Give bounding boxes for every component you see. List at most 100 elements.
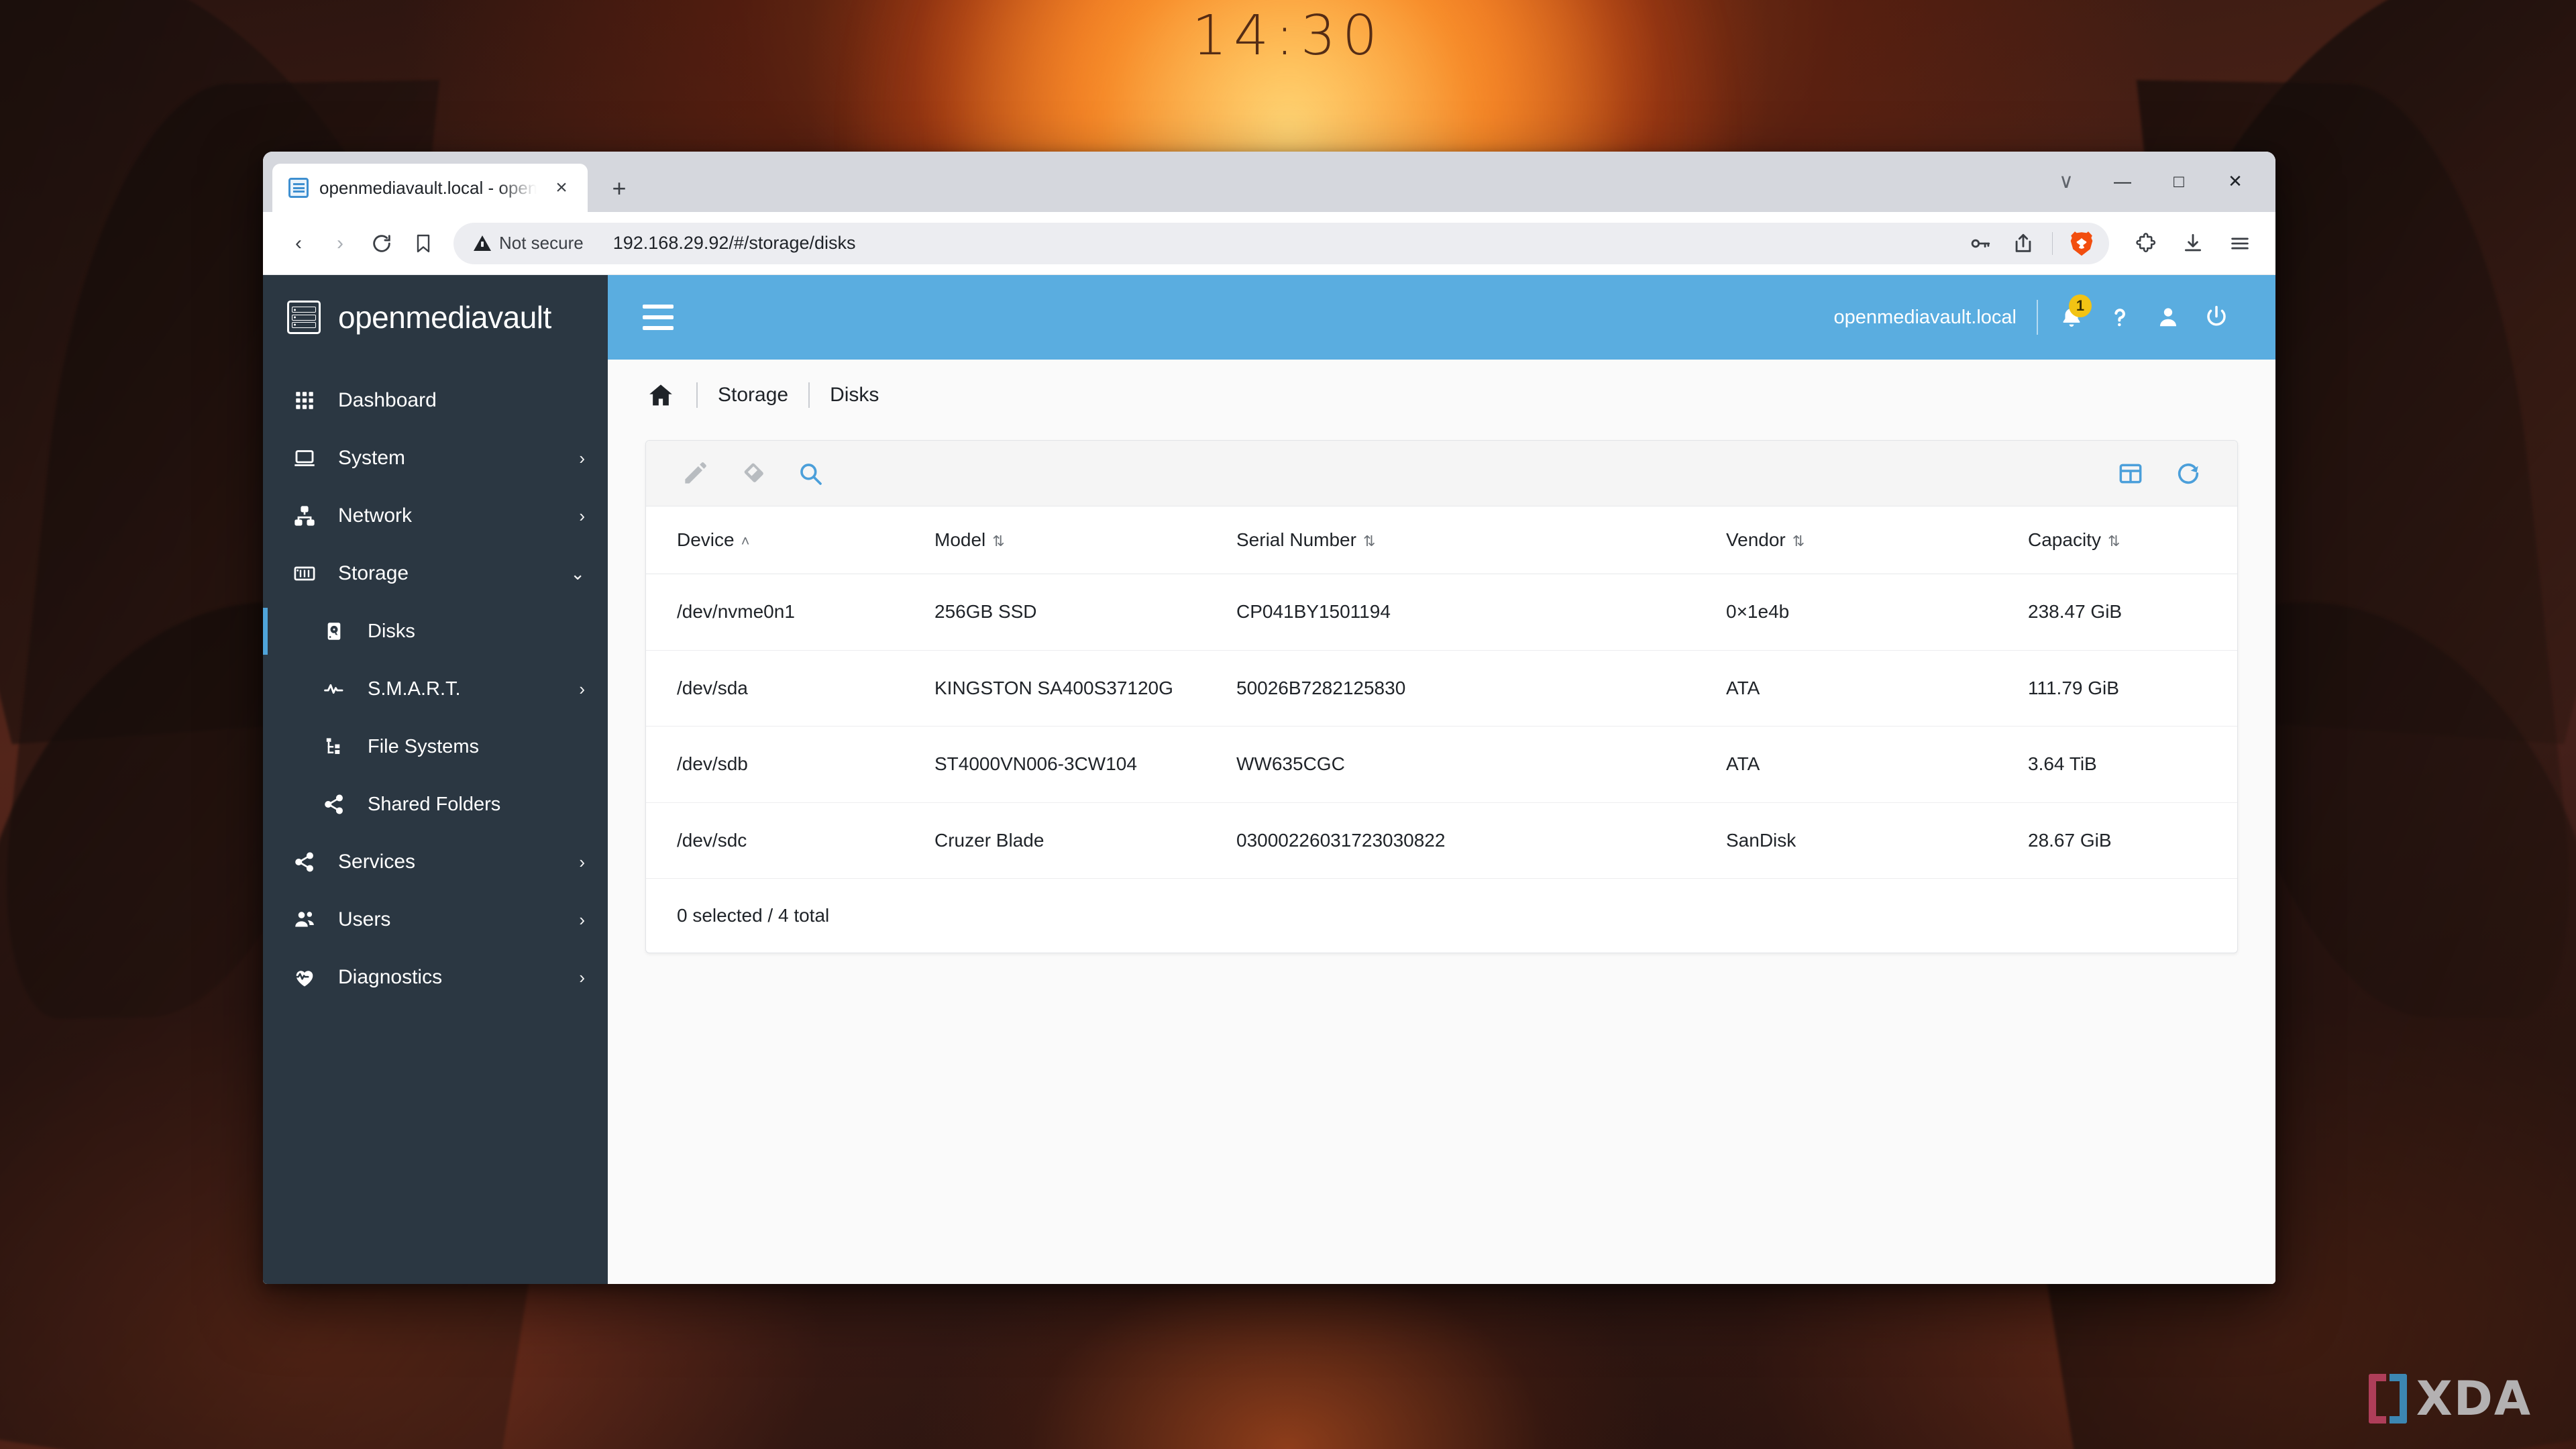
- omv-sidebar: openmediavault Dashboard: [263, 275, 608, 1284]
- back-button[interactable]: ‹: [278, 223, 319, 264]
- column-label: Model: [934, 529, 985, 550]
- sort-indicator-icon: ⇅: [2108, 533, 2120, 549]
- storage-icon: [290, 559, 319, 588]
- cell-serial: CP041BY1501194: [1236, 574, 1726, 651]
- scan-button[interactable]: [784, 447, 837, 500]
- close-window-button[interactable]: ✕: [2207, 161, 2263, 201]
- column-header-vendor[interactable]: Vendor⇅: [1726, 506, 2028, 574]
- cell-model: 256GB SSD: [934, 574, 1236, 651]
- columns-button[interactable]: [2104, 447, 2157, 500]
- table-footer: 0 selected / 4 total: [646, 879, 2237, 953]
- xda-watermark: XDA: [2369, 1374, 2532, 1424]
- sidebar-item-label: Shared Folders: [368, 794, 585, 816]
- cell-model: Cruzer Blade: [934, 802, 1236, 879]
- key-icon[interactable]: [1961, 224, 2000, 263]
- heart-pulse-icon: [290, 963, 319, 992]
- address-bar[interactable]: Not secure 192.168.29.92/#/storage/disks: [453, 223, 2109, 264]
- disks-toolbar: [646, 441, 2237, 506]
- sidebar-item-label: File Systems: [368, 736, 585, 758]
- cell-vendor: 0×1e4b: [1726, 574, 2028, 651]
- laptop-icon: [290, 443, 319, 473]
- breadcrumb-item-storage[interactable]: Storage: [718, 384, 788, 407]
- sidebar-item-shared-folders[interactable]: Shared Folders: [263, 775, 608, 833]
- wipe-button[interactable]: [727, 447, 779, 500]
- sidebar-item-file-systems[interactable]: File Systems: [263, 718, 608, 775]
- sidebar-item-label: Disks: [368, 621, 585, 643]
- browser-menu-icon[interactable]: [2219, 223, 2261, 264]
- omv-brand-label: openmediavault: [338, 299, 551, 335]
- sidebar-item-system[interactable]: System ›: [263, 429, 608, 487]
- desktop-clock: 14:30: [0, 4, 2576, 68]
- sidebar-item-diagnostics[interactable]: Diagnostics ›: [263, 949, 608, 1006]
- table-row[interactable]: /dev/sdb ST4000VN006-3CW104 WW635CGC ATA…: [646, 727, 2237, 803]
- download-icon[interactable]: [2172, 223, 2214, 264]
- sidebar-item-label: Dashboard: [338, 389, 585, 412]
- reload-button[interactable]: [361, 223, 402, 264]
- sidebar-item-users[interactable]: Users ›: [263, 891, 608, 949]
- xda-bracket-icon: [2369, 1374, 2407, 1424]
- cell-device: /dev/sdc: [646, 802, 934, 879]
- cell-serial: 50026B7282125830: [1236, 650, 1726, 727]
- sidebar-item-storage[interactable]: Storage ⌄: [263, 545, 608, 602]
- edit-button[interactable]: [669, 447, 721, 500]
- sort-indicator-icon: ⇅: [1363, 533, 1375, 549]
- minimize-button[interactable]: —: [2094, 161, 2151, 201]
- sidebar-item-dashboard[interactable]: Dashboard: [263, 372, 608, 429]
- divider: [2037, 300, 2038, 335]
- breadcrumb-item-disks[interactable]: Disks: [830, 384, 879, 407]
- chevron-right-icon: ›: [579, 967, 585, 988]
- browser-window: openmediavault.local - openme × + ∨ — □ …: [263, 152, 2275, 1284]
- hostname-label: openmediavault.local: [1834, 307, 2017, 329]
- tab-search-button[interactable]: ∨: [2038, 161, 2094, 201]
- url-text[interactable]: 192.168.29.92/#/storage/disks: [613, 233, 1961, 254]
- cell-capacity: 238.47 GiB: [2028, 574, 2237, 651]
- chevron-right-icon: ›: [579, 679, 585, 700]
- column-label: Serial Number: [1236, 529, 1356, 550]
- sidebar-item-network[interactable]: Network ›: [263, 487, 608, 545]
- account-button[interactable]: [2144, 293, 2192, 341]
- table-body: /dev/nvme0n1 256GB SSD CP041BY1501194 0×…: [646, 574, 2237, 879]
- column-label: Vendor: [1726, 529, 1786, 550]
- share-icon[interactable]: [2004, 224, 2043, 263]
- column-header-capacity[interactable]: Capacity⇅: [2028, 506, 2237, 574]
- security-indicator[interactable]: Not secure: [474, 233, 584, 254]
- column-header-device[interactable]: Device˄: [646, 506, 934, 574]
- forward-button[interactable]: ›: [319, 223, 361, 264]
- notifications-button[interactable]: 1: [2047, 293, 2096, 341]
- sidebar-item-label: Services: [338, 851, 560, 873]
- pulse-icon: [319, 674, 349, 704]
- sidebar-item-disks[interactable]: Disks: [263, 602, 608, 660]
- bookmark-icon[interactable]: [402, 223, 444, 264]
- table-row[interactable]: /dev/sda KINGSTON SA400S37120G 50026B728…: [646, 650, 2237, 727]
- puzzle-icon[interactable]: [2125, 223, 2167, 264]
- disks-panel: Device˄ Model⇅ Serial Number⇅ Vendor⇅: [645, 440, 2238, 953]
- column-header-model[interactable]: Model⇅: [934, 506, 1236, 574]
- cell-serial: 03000226031723030822: [1236, 802, 1726, 879]
- sidebar-item-label: System: [338, 447, 560, 470]
- new-tab-button[interactable]: +: [605, 174, 633, 203]
- table-row[interactable]: /dev/sdc Cruzer Blade 030002260317230308…: [646, 802, 2237, 879]
- hamburger-icon[interactable]: [643, 305, 674, 330]
- omv-nav: Dashboard System ›: [263, 360, 608, 1006]
- sidebar-item-smart[interactable]: S.M.A.R.T. ›: [263, 660, 608, 718]
- home-icon[interactable]: [645, 380, 676, 411]
- brave-lion-icon[interactable]: [2062, 224, 2101, 263]
- help-button[interactable]: [2096, 293, 2144, 341]
- chevron-right-icon: ›: [579, 506, 585, 527]
- power-button[interactable]: [2192, 293, 2241, 341]
- share-nodes-icon: [290, 847, 319, 877]
- hdd-icon: [319, 616, 349, 646]
- column-header-serial-number[interactable]: Serial Number ⇅: [1236, 506, 1726, 574]
- table-header-row: Device˄ Model⇅ Serial Number⇅ Vendor⇅: [646, 506, 2237, 574]
- table-row[interactable]: /dev/nvme0n1 256GB SSD CP041BY1501194 0×…: [646, 574, 2237, 651]
- people-icon: [290, 905, 319, 934]
- openmediavault-favicon-icon: [288, 178, 309, 198]
- maximize-button[interactable]: □: [2151, 161, 2207, 201]
- omv-header: openmediavault.local 1: [608, 275, 2275, 360]
- omv-brand[interactable]: openmediavault: [263, 275, 608, 360]
- browser-tab[interactable]: openmediavault.local - openme ×: [272, 164, 588, 212]
- cell-device: /dev/nvme0n1: [646, 574, 934, 651]
- reload-button[interactable]: [2162, 447, 2214, 500]
- close-tab-icon[interactable]: ×: [547, 174, 576, 202]
- sidebar-item-services[interactable]: Services ›: [263, 833, 608, 891]
